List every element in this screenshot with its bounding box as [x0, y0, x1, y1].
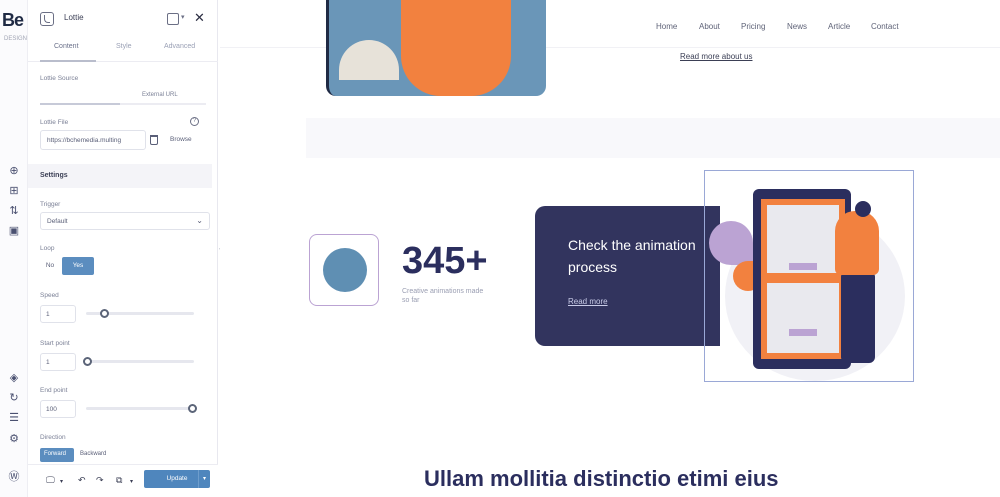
section-heading: Ullam mollitia distinctio etimi eius [424, 466, 779, 491]
layout-icon[interactable]: ⊞ [7, 184, 21, 198]
element-settings-panel: Lottie ▾ ✕ Content Style Advanced Lottie… [28, 0, 218, 497]
cta-read-more-link[interactable]: Read more [568, 297, 608, 306]
trash-icon[interactable] [150, 135, 158, 145]
page-icon[interactable]: ▣ [7, 224, 21, 238]
illustration-leaf-lilac [709, 221, 753, 265]
section-divider-band [306, 118, 1000, 158]
phone-illustration[interactable] [704, 170, 914, 382]
browse-button[interactable]: Browse [170, 136, 192, 143]
chevron-down-icon[interactable]: ▾ [130, 478, 133, 485]
tab-advanced[interactable]: Advanced [164, 43, 195, 50]
sort-icon[interactable]: ⇅ [7, 204, 21, 218]
illustration-person-head [855, 201, 871, 217]
loop-no-button[interactable]: No [40, 257, 60, 275]
left-icon-rail: Be DESIGN ⊕ ⊞ ⇅ ▣ ◈ ↻ ☰ ⚙ Ⓦ [0, 0, 28, 497]
app-logo[interactable]: Be [2, 10, 24, 31]
update-button[interactable]: Update ▾ [144, 470, 210, 488]
nav-item-news[interactable]: News [787, 22, 807, 31]
panel-title: Lottie [64, 13, 84, 22]
end-point-slider-handle[interactable] [188, 404, 197, 413]
app-logo-subtitle: DESIGN [4, 36, 28, 42]
lottie-circle-animation [323, 248, 367, 292]
direction-forward-button[interactable]: Forward [40, 448, 74, 462]
read-more-about-link[interactable]: Read more about us [680, 52, 753, 61]
start-point-input[interactable]: 1 [40, 353, 76, 371]
grid-icon[interactable] [167, 13, 179, 25]
desktop-icon[interactable]: 🖵 [46, 475, 55, 486]
start-point-label: Start point [40, 340, 70, 347]
close-icon[interactable]: ✕ [194, 10, 205, 26]
chevron-down-icon[interactable]: ▾ [198, 470, 210, 488]
sliders-icon[interactable]: ☰ [7, 411, 21, 425]
tab-content[interactable]: Content [54, 43, 79, 50]
cta-card: Check the animation process Read more [535, 206, 720, 346]
illustration-card-bottom [767, 283, 839, 353]
trigger-select[interactable]: Default ⌄ [40, 212, 210, 230]
illustration-bar-bottom [789, 329, 817, 336]
loop-yes-button[interactable]: Yes [62, 257, 94, 275]
nav-item-about[interactable]: About [699, 22, 720, 31]
lottie-animation-widget[interactable] [309, 234, 379, 306]
lottie-file-label: Lottie File [40, 119, 69, 126]
help-icon[interactable]: ? [190, 117, 199, 126]
settings-section-header[interactable]: Settings [28, 164, 212, 188]
chevron-down-icon: ⌄ [196, 216, 203, 225]
trigger-select-value: Default [47, 218, 68, 225]
panel-header: Lottie ▾ ✕ [28, 8, 218, 32]
about-photo [326, 0, 546, 96]
redo-icon[interactable]: ↷ [96, 475, 104, 486]
illustration-person-body [835, 211, 879, 275]
start-point-slider-handle[interactable] [83, 357, 92, 366]
trigger-label: Trigger [40, 201, 61, 208]
end-point-slider-track[interactable] [86, 407, 194, 410]
history-icon[interactable]: ↻ [7, 391, 21, 405]
photo-arm-shape [339, 40, 399, 80]
lottie-icon [40, 12, 54, 26]
add-icon[interactable]: ⊕ [7, 164, 21, 178]
tab-style[interactable]: Style [116, 43, 132, 50]
nav-item-pricing[interactable]: Pricing [741, 22, 765, 31]
update-button-label: Update [166, 475, 188, 482]
nav-item-article[interactable]: Article [828, 22, 850, 31]
end-point-input[interactable]: 100 [40, 400, 76, 418]
page-canvas: Home About Pricing News Article Contact … [220, 0, 1000, 497]
lottie-file-input[interactable]: https://bchemedia.multing [40, 130, 146, 150]
undo-icon[interactable]: ↶ [78, 475, 86, 486]
layers-icon[interactable]: ◈ [7, 371, 21, 385]
panel-footer: 🖵 ▾ ↶ ↷ ⧉ ▾ Update ▾ [28, 464, 218, 497]
direction-label: Direction [40, 434, 66, 441]
chevron-down-icon[interactable]: ▾ [60, 478, 63, 485]
active-tab-indicator [40, 60, 96, 62]
nav-item-home[interactable]: Home [656, 22, 677, 31]
settings-section-title: Settings [40, 172, 68, 179]
speed-label: Speed [40, 292, 59, 299]
navigator-icon[interactable]: ⧉ [116, 475, 122, 486]
speed-slider-handle[interactable] [100, 309, 109, 318]
end-point-label: End point [40, 387, 68, 394]
lottie-file-row: https://bchemedia.multing Browse [40, 130, 210, 150]
illustration-person-legs [841, 271, 875, 363]
settings-icon[interactable]: ⚙ [7, 432, 21, 446]
cta-title: Check the animation process [568, 237, 696, 275]
stat-counter: 345+ [402, 240, 488, 282]
loop-label: Loop [40, 245, 55, 252]
direction-backward-button[interactable]: Backward [80, 451, 106, 457]
chevron-down-icon[interactable]: ▾ [181, 13, 185, 21]
photo-person-shape [401, 0, 511, 96]
external-url-option[interactable]: External URL [142, 92, 178, 98]
nav-item-contact[interactable]: Contact [871, 22, 899, 31]
wordpress-icon[interactable]: Ⓦ [7, 470, 21, 484]
illustration-bar-top [789, 263, 817, 270]
lottie-source-label: Lottie Source [40, 75, 79, 82]
panel-tabs: Content Style Advanced [28, 40, 218, 62]
speed-input[interactable]: 1 [40, 305, 76, 323]
start-point-slider-track[interactable] [86, 360, 194, 363]
stat-caption: Creative animations made so far [402, 288, 484, 304]
source-switch-fill [40, 103, 120, 105]
